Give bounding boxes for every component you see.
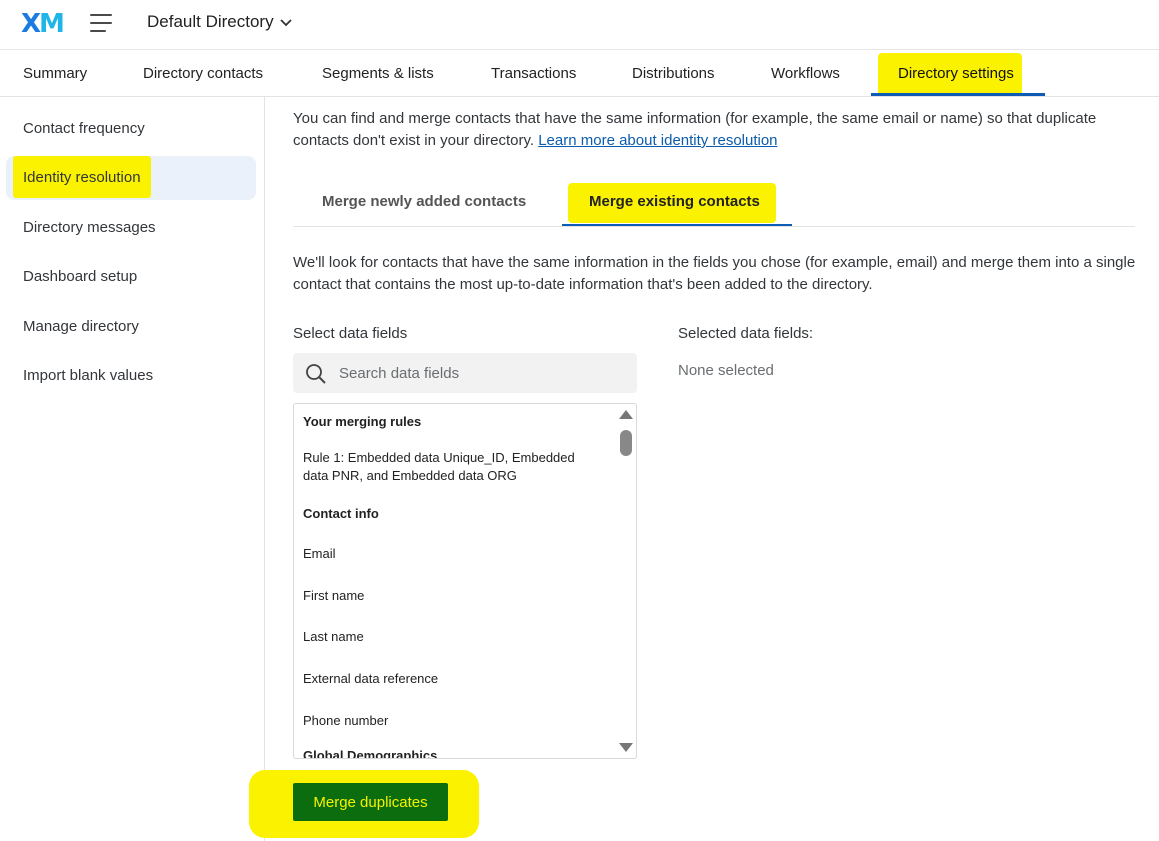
data-fields-list: Your merging rules Rule 1: Embedded data… — [293, 403, 637, 759]
selected-data-fields-label: Selected data fields: — [678, 325, 814, 342]
tab-workflows[interactable]: Workflows — [771, 65, 840, 82]
tab-directory-settings[interactable]: Directory settings — [898, 65, 1014, 82]
directory-name: Default Directory — [147, 12, 274, 31]
list-item-rule-1[interactable]: Rule 1: Embedded data Unique_ID, Embedde… — [303, 449, 603, 485]
list-item-external-data-reference[interactable]: External data reference — [303, 670, 603, 688]
sidebar-item-contact-frequency[interactable]: Contact frequency — [23, 120, 145, 137]
none-selected-text: None selected — [678, 362, 774, 379]
search-data-fields-input[interactable] — [339, 353, 629, 393]
chevron-down-icon — [279, 19, 292, 27]
directory-selector[interactable]: Default Directory — [147, 12, 292, 32]
sidebar-item-import-blank-values[interactable]: Import blank values — [23, 367, 153, 384]
app-header: XM Default Directory — [0, 0, 1159, 50]
merge-description: We'll look for contacts that have the sa… — [293, 254, 1136, 293]
tab-segments-lists[interactable]: Segments & lists — [322, 65, 434, 82]
group-global-demographics: Global Demographics — [303, 748, 438, 759]
settings-sidebar: Contact frequency Identity resolution Di… — [0, 97, 265, 841]
active-subtab-underline — [562, 224, 792, 226]
learn-more-link[interactable]: Learn more about identity resolution — [538, 132, 777, 149]
tab-merge-newly-added[interactable]: Merge newly added contacts — [322, 193, 526, 210]
search-icon — [306, 364, 326, 384]
sidebar-item-directory-messages[interactable]: Directory messages — [23, 219, 156, 236]
search-box — [293, 353, 637, 393]
scroll-thumb[interactable] — [620, 430, 632, 456]
intro-paragraph: You can find and merge contacts that hav… — [293, 110, 1097, 149]
select-data-fields-label: Select data fields — [293, 325, 408, 342]
tab-transactions[interactable]: Transactions — [491, 65, 576, 82]
hamburger-menu-icon[interactable] — [90, 14, 112, 34]
tab-summary[interactable]: Summary — [23, 65, 87, 82]
top-navigation: Summary Directory contacts Segments & li… — [0, 51, 1159, 97]
merge-duplicates-button[interactable]: Merge duplicates — [293, 783, 448, 821]
xm-logo[interactable]: XM — [21, 9, 65, 39]
tab-merge-existing[interactable]: Merge existing contacts — [589, 193, 760, 210]
sidebar-item-identity-resolution[interactable]: Identity resolution — [23, 169, 141, 186]
list-scrollbar[interactable] — [616, 404, 636, 758]
list-item-last-name[interactable]: Last name — [303, 628, 603, 646]
tab-distributions[interactable]: Distributions — [632, 65, 715, 82]
list-item-first-name[interactable]: First name — [303, 587, 603, 605]
sidebar-item-manage-directory[interactable]: Manage directory — [23, 318, 139, 335]
active-tab-underline — [871, 93, 1045, 96]
list-item-phone-number[interactable]: Phone number — [303, 712, 603, 730]
list-item-email[interactable]: Email — [303, 545, 603, 563]
scroll-down-icon[interactable] — [619, 743, 633, 752]
tab-directory-contacts[interactable]: Directory contacts — [143, 65, 263, 82]
sidebar-item-dashboard-setup[interactable]: Dashboard setup — [23, 268, 137, 285]
scroll-up-icon[interactable] — [619, 410, 633, 419]
group-contact-info: Contact info — [303, 506, 379, 521]
group-merging-rules: Your merging rules — [303, 414, 422, 429]
